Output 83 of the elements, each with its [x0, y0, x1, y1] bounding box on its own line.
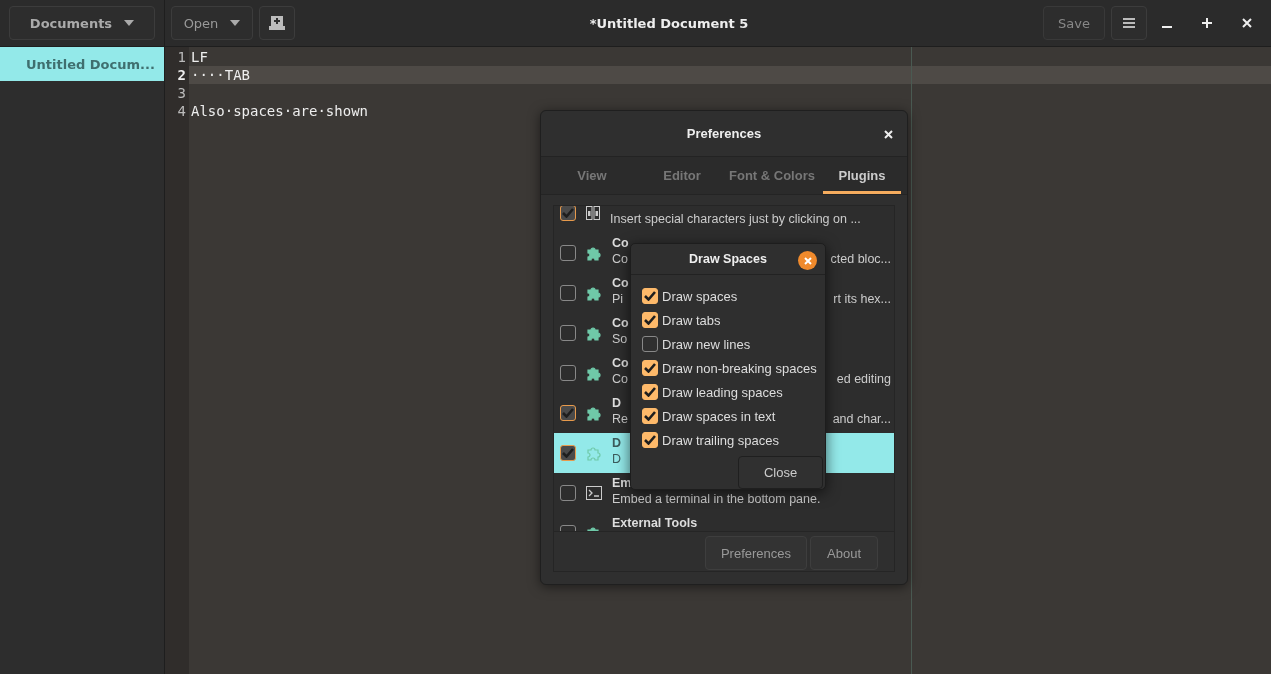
- close-icon: [1242, 18, 1252, 28]
- puzzle-piece-icon: [586, 325, 602, 341]
- close-button[interactable]: Close: [738, 456, 823, 489]
- checkbox[interactable]: [642, 384, 658, 400]
- checkbox[interactable]: [642, 360, 658, 376]
- line-number: 2: [176, 66, 187, 84]
- caret-icon: [230, 20, 241, 26]
- puzzle-piece-icon: [586, 245, 602, 261]
- checkbox[interactable]: [642, 432, 658, 448]
- checkbox[interactable]: [642, 408, 658, 424]
- plugin-description: Pi: [612, 291, 624, 307]
- plugin-description: Co: [612, 251, 628, 267]
- line-number: 3: [176, 84, 187, 102]
- plugin-description: D: [612, 451, 622, 467]
- close-button[interactable]: [798, 251, 817, 270]
- tab[interactable]: View: [547, 160, 637, 194]
- plugin-description: rt its hex...: [833, 291, 891, 307]
- code-line: Also·spaces·are·shown: [191, 103, 368, 119]
- checkbox[interactable]: [560, 245, 576, 261]
- checkbox[interactable]: [560, 405, 576, 421]
- plugin-name: External Tools: [612, 515, 698, 531]
- checkbox[interactable]: [642, 312, 658, 328]
- plugin-description: Embed a terminal in the bottom pane.: [612, 491, 821, 507]
- plugin-name: Em: [612, 475, 632, 491]
- tab[interactable]: Editor: [637, 160, 727, 194]
- new-document-icon: [269, 16, 285, 30]
- puzzle-piece-icon: [586, 365, 602, 381]
- puzzle-piece-icon: [586, 445, 602, 461]
- plugin-name: D: [612, 395, 622, 411]
- character-map-icon: [586, 206, 600, 220]
- menu-icon: [1123, 17, 1135, 29]
- line-number: 4: [176, 102, 187, 120]
- menu-button[interactable]: [1111, 6, 1147, 40]
- option-label: Draw spaces: [662, 288, 738, 304]
- plugin-description: Co: [612, 371, 628, 387]
- checkbox[interactable]: [560, 485, 576, 501]
- checkbox[interactable]: [560, 285, 576, 301]
- plugin-description: So: [612, 331, 628, 347]
- open-button[interactable]: Open: [171, 6, 253, 40]
- window-title: *Untitled Document 5: [588, 15, 750, 31]
- option-label: Draw trailing spaces: [662, 432, 780, 448]
- option-label: Draw spaces in text: [662, 408, 776, 424]
- plugin-name: Co: [612, 355, 629, 371]
- option-label: Draw non-breaking spaces: [662, 360, 817, 376]
- close-icon: [803, 256, 812, 265]
- puzzle-piece-icon: [586, 285, 602, 301]
- plugin-name: Co: [612, 275, 629, 291]
- plugin-description: ed editing: [836, 371, 891, 387]
- checkbox[interactable]: [560, 325, 576, 341]
- new-document-button[interactable]: [259, 6, 295, 40]
- maximize-icon: [1202, 18, 1212, 28]
- dialog-title: Preferences: [686, 126, 762, 141]
- about-button[interactable]: About: [810, 536, 878, 570]
- checkbox[interactable]: [560, 445, 576, 461]
- tab[interactable]: Plugins: [823, 160, 901, 194]
- terminal-icon: [586, 486, 602, 500]
- checkbox[interactable]: [560, 365, 576, 381]
- plugin-description: and char...: [832, 411, 891, 427]
- minimize-icon: [1162, 26, 1172, 28]
- tab[interactable]: Font & Colors: [727, 160, 817, 194]
- code-line: ····TAB: [191, 67, 250, 83]
- plugin-description: cted bloc...: [830, 251, 891, 267]
- checkbox[interactable]: [642, 336, 658, 352]
- checkbox[interactable]: [560, 206, 576, 221]
- popover-title: Draw Spaces: [689, 252, 767, 266]
- checkbox[interactable]: [642, 288, 658, 304]
- close-icon: [884, 130, 893, 139]
- document-tab[interactable]: Untitled Docum...: [0, 47, 164, 81]
- plugin-description: Insert special characters just by clicking on ...: [610, 211, 861, 227]
- save-button[interactable]: Save: [1043, 6, 1105, 40]
- plugin-name: Co: [612, 315, 629, 331]
- puzzle-piece-icon: [586, 405, 602, 421]
- option-label: Draw tabs: [662, 312, 721, 328]
- plugin-name: Co: [612, 235, 629, 251]
- option-label: Draw leading spaces: [662, 384, 783, 400]
- line-number: 1: [176, 48, 187, 66]
- documents-button[interactable]: Documents: [9, 6, 155, 40]
- option-label: Draw new lines: [662, 336, 751, 352]
- caret-icon: [124, 20, 135, 26]
- preferences-button[interactable]: Preferences: [704, 536, 807, 570]
- plugin-name: D: [612, 435, 622, 451]
- code-line: LF: [191, 49, 208, 65]
- plugin-description: Re: [612, 411, 628, 427]
